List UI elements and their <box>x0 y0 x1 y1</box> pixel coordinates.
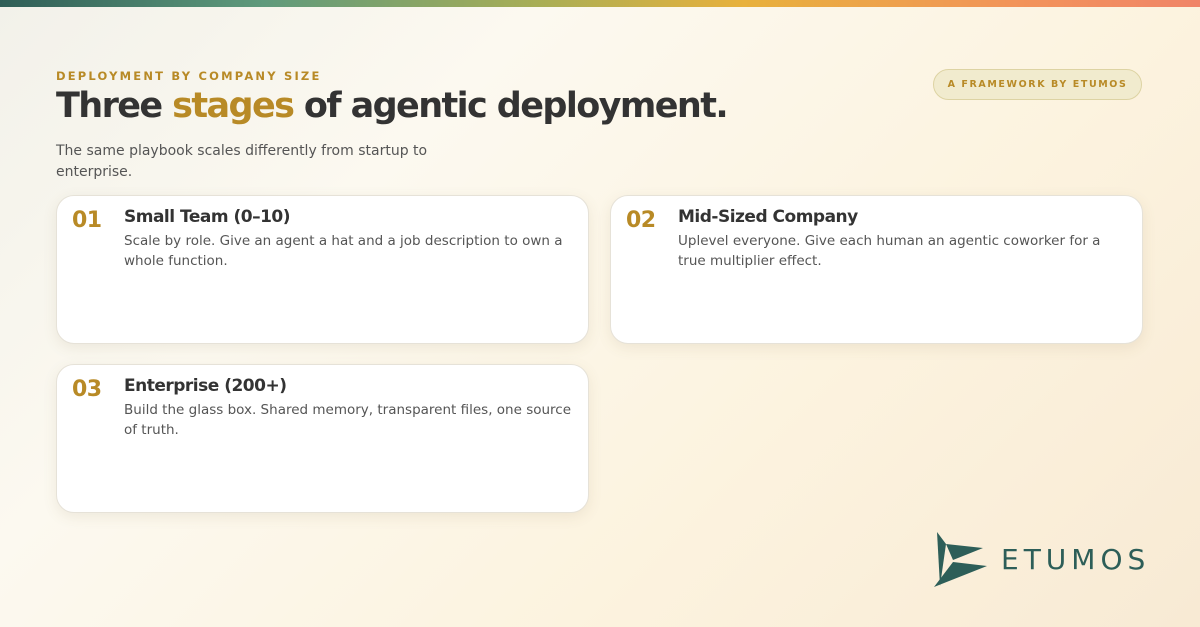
stage-title: Mid-Sized Company <box>678 207 858 227</box>
stage-number: 01 <box>72 208 102 233</box>
brand-wordmark: ETUMOS <box>1001 542 1151 576</box>
stage-description: Scale by role. Give an agent a hat and a… <box>124 233 563 269</box>
page-subtitle: The same playbook scales differently fro… <box>56 143 428 180</box>
framework-badge: A FRAMEWORK BY ETUMOS <box>933 69 1142 100</box>
stage-number: 03 <box>72 377 102 402</box>
stage-card-mid-sized: 02 Mid-Sized Company Uplevel everyone. G… <box>610 195 1143 344</box>
stage-description: Uplevel everyone. Give each human an age… <box>678 233 1101 269</box>
stage-description: Build the glass box. Shared memory, tran… <box>124 402 572 438</box>
etumos-logo-icon <box>934 532 987 587</box>
headline-accent: stages <box>172 86 295 126</box>
top-gradient-bar <box>0 0 1200 7</box>
headline-part-after: of agentic deployment. <box>293 86 729 126</box>
stage-title: Small Team (0–10) <box>124 207 291 227</box>
stage-title: Enterprise (200+) <box>124 376 287 396</box>
stage-card-small-team: 01 Small Team (0–10) Scale by role. Give… <box>56 195 589 344</box>
brand-logo: ETUMOS <box>933 530 1150 588</box>
stage-number: 02 <box>626 208 656 233</box>
stage-card-enterprise: 03 Enterprise (200+) Build the glass box… <box>56 364 589 513</box>
page-title: Three stages of agentic deployment. <box>56 86 729 126</box>
eyebrow-label: DEPLOYMENT BY COMPANY SIZE <box>56 69 322 83</box>
headline-part-before: Three <box>56 86 173 126</box>
